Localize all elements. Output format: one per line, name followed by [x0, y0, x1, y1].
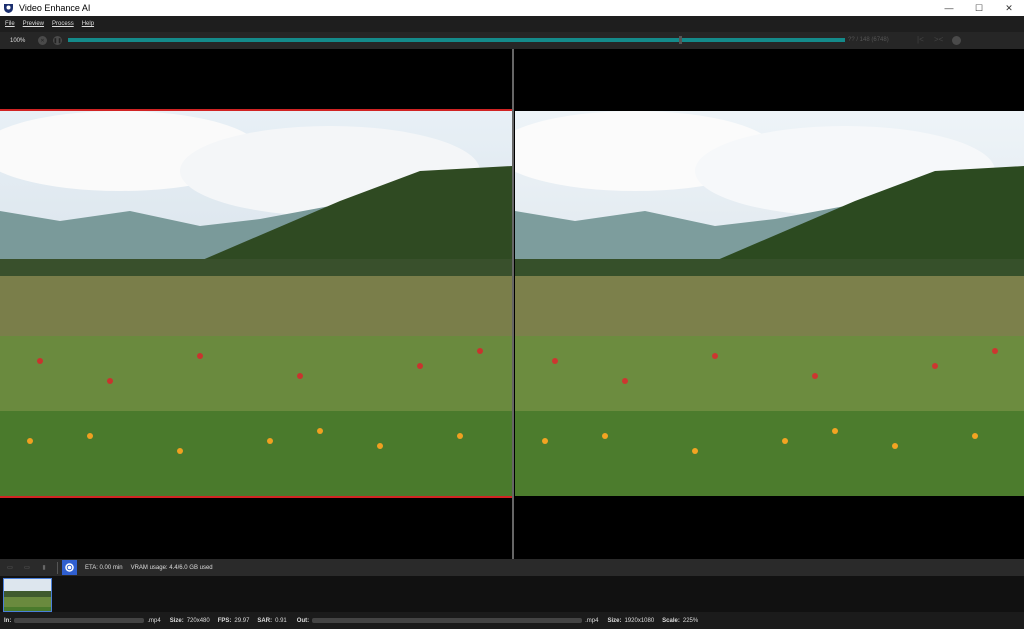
menu-preview[interactable]: Preview	[23, 21, 44, 27]
maximize-button[interactable]: ☐	[964, 0, 994, 16]
trash-icon[interactable]: ▮	[37, 564, 51, 571]
toolbar-separator	[57, 561, 58, 574]
status-bar: In: .mp4 Size: 720x480 FPS: 29.97 SAR: 0…	[0, 612, 1024, 629]
menu-bar: File Preview Process Help	[0, 16, 1024, 32]
app-logo-icon	[4, 3, 14, 13]
video-camera-icon[interactable]: ▭	[20, 564, 34, 571]
sar-value: 0.91	[275, 617, 287, 624]
output-size-value: 1920x1080	[624, 617, 655, 624]
minimize-button[interactable]: —	[934, 0, 964, 16]
input-label: In:	[4, 617, 12, 624]
set-start-icon[interactable]: |<	[917, 35, 924, 44]
output-size-label: Size:	[607, 617, 622, 624]
input-path-redacted	[14, 618, 145, 623]
title-bar: Video Enhance AI — ☐ ✕	[0, 0, 1024, 16]
output-label: Out:	[296, 617, 310, 624]
preview-viewer	[0, 49, 1024, 559]
set-end-icon[interactable]: ><	[934, 35, 943, 44]
pause-icon[interactable]: ❚❚	[53, 36, 62, 45]
input-size-value: 720x480	[186, 617, 210, 624]
menu-help[interactable]: Help	[82, 21, 94, 27]
split-divider[interactable]	[512, 49, 514, 559]
video-thumbnail[interactable]	[3, 578, 52, 612]
record-icon[interactable]	[62, 560, 77, 575]
enhanced-preview[interactable]	[515, 111, 1024, 496]
window-title: Video Enhance AI	[19, 3, 91, 13]
thumbnail-strip	[0, 576, 1024, 612]
eta-text: ETA: 0.00 min	[85, 564, 123, 571]
output-path-redacted	[312, 618, 583, 623]
fps-label: FPS:	[217, 617, 232, 624]
output-extension: .mp4	[585, 617, 599, 624]
timeline-handle[interactable]	[679, 36, 682, 44]
original-preview[interactable]	[0, 109, 512, 498]
stop-icon[interactable]: ✕	[38, 36, 47, 45]
sar-label: SAR:	[257, 617, 273, 624]
frame-counter: ?? / 148 (6748)	[848, 37, 889, 43]
add-video-icon[interactable]: ▭	[3, 564, 17, 571]
close-button[interactable]: ✕	[994, 0, 1024, 16]
timeline-slider[interactable]	[68, 38, 845, 42]
fps-value: 29.97	[234, 617, 250, 624]
input-size-label: Size:	[169, 617, 184, 624]
scale-value: 225%	[682, 617, 699, 624]
vram-usage-text: VRAM usage: 4.4/6.0 GB used	[130, 564, 213, 571]
menu-file[interactable]: File	[5, 21, 15, 27]
preview-toolbar: 100% ✕ ❚❚ ?? / 148 (6748) |< ><	[0, 32, 1024, 49]
zoom-level[interactable]: 100%	[10, 38, 32, 44]
bottom-toolbar: ▭ ▭ ▮ ETA: 0.00 min VRAM usage: 4.4/6.0 …	[0, 559, 1024, 576]
menu-process[interactable]: Process	[52, 21, 74, 27]
settings-gear-icon[interactable]	[952, 36, 961, 45]
input-extension: .mp4	[147, 617, 161, 624]
scale-label: Scale:	[662, 617, 680, 624]
